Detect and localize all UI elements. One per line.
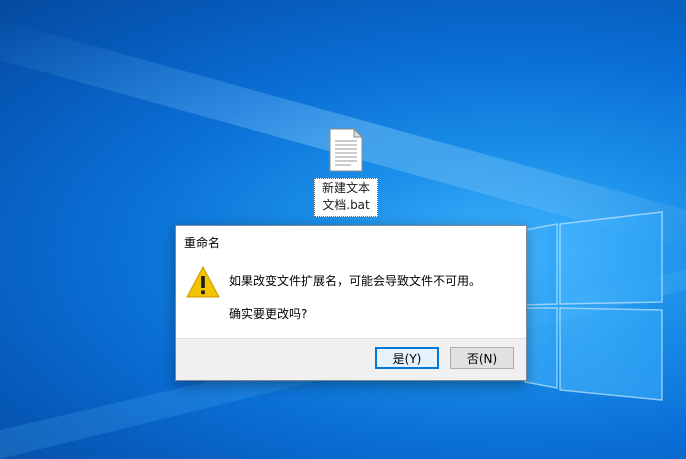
desktop-file-bat[interactable]: 新建文本文档.bat [308,128,384,217]
desktop: 新建文本文档.bat 重命名 如果改变文件扩展名，可能会导致文件不可用。 确实要… [0,0,686,459]
dialog-message-warning: 如果改变文件扩展名，可能会导致文件不可用。 [229,274,482,288]
desktop-file-label[interactable]: 新建文本文档.bat [314,178,378,217]
rename-warning-dialog: 重命名 如果改变文件扩展名，可能会导致文件不可用。 确实要更改吗? 是(Y) 否… [175,225,527,381]
dialog-body: 如果改变文件扩展名，可能会导致文件不可用。 确实要更改吗? [176,258,526,338]
text-file-icon [329,128,363,172]
dialog-message-confirm: 确实要更改吗? [229,307,308,321]
warning-icon [186,266,220,298]
dialog-titlebar[interactable]: 重命名 [176,226,526,258]
no-button[interactable]: 否(N) [450,347,514,369]
yes-button[interactable]: 是(Y) [375,347,439,369]
dialog-title: 重命名 [184,235,221,250]
dialog-button-bar: 是(Y) 否(N) [176,338,526,380]
